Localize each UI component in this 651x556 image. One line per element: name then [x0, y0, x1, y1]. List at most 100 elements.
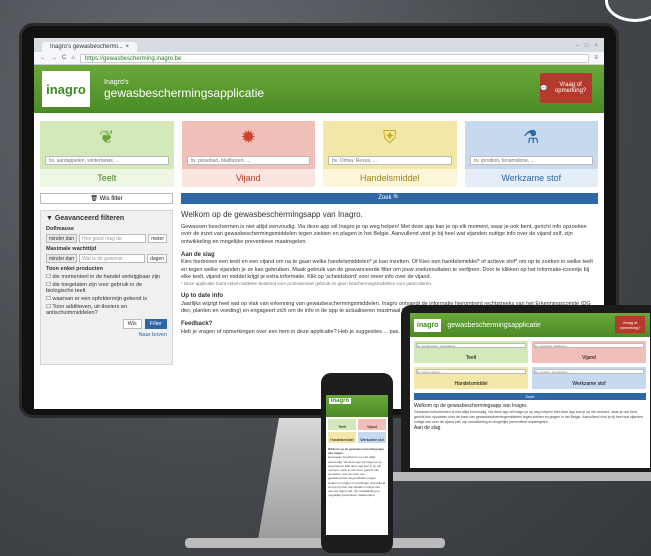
search-button[interactable]: Zoek 🔍 — [181, 193, 598, 204]
flask-icon: ⚗ — [523, 127, 540, 147]
app-title: gewasbeschermingsapplicatie — [104, 85, 265, 100]
dose-input[interactable]: Hoe goed mag de — [79, 234, 147, 243]
advanced-filter-panel: ▼ Geavanceerd filteren Doflmaose minder … — [40, 210, 173, 365]
laptop-stof-label: Werkzame stof — [572, 381, 606, 387]
app-title-block: Inagro's gewasbeschermingsapplicatie — [104, 79, 264, 100]
wait-input[interactable]: Wat is de gewenst — [79, 254, 146, 263]
filter-clear-button[interactable]: Wis — [122, 319, 142, 329]
laptop-heading: Welkom op de gewasbeschermingsapp van In… — [414, 403, 528, 409]
filter-apply-button[interactable]: Filter — [144, 319, 167, 329]
back-icon[interactable]: ← — [40, 55, 46, 61]
tab-title: Inagro's gewasbeschermi... — [50, 44, 123, 50]
window-controls: – □ × — [570, 43, 604, 52]
clear-filter-label: Wis filter — [99, 196, 123, 202]
question-label: Vraag of opmerking? — [554, 82, 587, 94]
laptop-handel-input[interactable] — [416, 369, 526, 374]
category-label: Vijand — [181, 169, 315, 187]
start-heading: Aan de slag — [181, 252, 215, 259]
laptop-vijand-label: Vijand — [582, 355, 596, 361]
action-row: 🗑 Wis filter Zoek 🔍 — [34, 193, 604, 204]
question-button[interactable]: 💬 Vraag of opmerking? — [540, 73, 592, 103]
leaf-icon: ❦ — [99, 127, 115, 147]
browser-tab[interactable]: Inagro's gewasbeschermi... × — [42, 42, 137, 52]
category-label: Handelsmiddel — [323, 169, 457, 187]
laptop-logo[interactable]: inagro — [414, 318, 442, 332]
category-vijand[interactable]: ✹ Vijand — [181, 121, 315, 189]
search-icon: 🔍 — [393, 195, 401, 201]
handelsmiddel-search-input[interactable] — [328, 156, 452, 165]
url-field[interactable]: https://gewasbescherming.inagro.be — [79, 53, 590, 63]
footnote: * Deze applicatie toont enkel middelen b… — [181, 281, 433, 287]
back-to-top-link[interactable]: Naar boven — [46, 332, 167, 338]
dose-unit: meter — [148, 234, 167, 243]
app-header: inagro Inagro's gewasbeschermingsapplica… — [34, 65, 604, 113]
app-subtitle: Inagro's — [104, 78, 129, 86]
laptop-vijand-input[interactable] — [534, 343, 644, 348]
phone-cat-vijand[interactable]: Vijand — [358, 419, 386, 430]
start-text: Kies hierboven een teelt en een vijand o… — [181, 259, 593, 280]
laptop-teelt-input[interactable] — [416, 343, 526, 348]
laptop-question-button[interactable]: Vraag of opmerking? — [615, 316, 645, 333]
laptop-cat-stof[interactable]: Werkzame stof — [532, 367, 646, 389]
laptop: inagro gewasbeschermingsapplicatie Vraag… — [401, 305, 651, 472]
phone-cat-teelt[interactable]: Teelt — [328, 419, 356, 430]
phone-header: inagro — [326, 395, 388, 417]
checkbox-organic[interactable]: die toegelaten zijn voor gebruik in de b… — [46, 282, 167, 294]
category-label: Werkzame stof — [464, 169, 598, 187]
checkbox-available[interactable]: die momenteel in de handel verkrijgbaar … — [46, 274, 167, 280]
laptop-cat-vijand[interactable]: Vijand — [532, 341, 646, 363]
minimize-icon[interactable]: – — [576, 43, 579, 49]
checkbox-additives[interactable]: Toon additieven, uit-tloeiers en antisch… — [46, 304, 167, 316]
wait-unit: dagen — [147, 254, 167, 263]
teelt-search-input[interactable] — [45, 156, 169, 165]
wait-operator-select[interactable]: minder dan — [46, 254, 78, 263]
laptop-teelt-label: Teelt — [465, 355, 477, 361]
laptop-text: Welkom op de gewasbeschermingsapp van In… — [410, 400, 650, 435]
category-teelt[interactable]: ❦ Teelt — [40, 121, 174, 189]
phone-cat-stof[interactable]: Werkzame stof — [358, 432, 386, 443]
category-werkzame-stof[interactable]: ⚗ Werkzame stof — [464, 121, 598, 189]
laptop-cat-handel[interactable]: Handelsmiddel — [414, 367, 528, 389]
dose-row: minder dan Hoe goed mag de meter — [46, 234, 167, 243]
dose-operator-select[interactable]: minder dan — [46, 234, 78, 243]
laptop-intro: Gewassen beschermen is niet altijd eenvo… — [414, 410, 644, 424]
checkbox-term[interactable]: waarvan er een opfoktermijn gekend is — [46, 296, 167, 302]
phone-text: Welkom op de gewasbeschermingsapp van In… — [326, 445, 388, 499]
clear-filter-button[interactable]: 🗑 Wis filter — [40, 193, 173, 204]
reload-icon[interactable]: C — [62, 55, 66, 61]
tab-close-icon[interactable]: × — [125, 44, 129, 50]
laptop-stof-input[interactable] — [534, 369, 644, 374]
smartphone: inagro Teelt Vijand Handelsmiddel Werkza… — [321, 373, 393, 553]
phone-category-grid: Teelt Vijand Handelsmiddel Werkzame stof — [326, 417, 388, 445]
show-label: Toon enkel producten — [46, 266, 104, 272]
intro-text: Gewassen beschermen is niet altijd eenvo… — [181, 223, 587, 245]
laptop-start: Aan de slag — [414, 424, 441, 431]
forward-icon[interactable]: → — [51, 55, 57, 61]
category-row: ❦ Teelt ✹ Vijand ⛨ Handelsmiddel ⚗ Werkz… — [34, 113, 604, 193]
shield-icon: ⛨ — [383, 127, 397, 147]
home-icon[interactable]: ⌂ — [71, 55, 75, 61]
phone-cat-handel[interactable]: Handelsmiddel — [328, 432, 356, 443]
category-handelsmiddel[interactable]: ⛨ Handelsmiddel — [323, 121, 457, 189]
menu-icon[interactable]: ≡ — [594, 55, 598, 61]
wait-label: Maximale wachttijd — [46, 246, 97, 252]
close-icon[interactable]: × — [594, 43, 598, 49]
laptop-handel-label: Handelsmiddel — [454, 381, 488, 387]
browser-tabbar: Inagro's gewasbeschermi... × – □ × — [34, 38, 604, 52]
laptop-cat-teelt[interactable]: Teelt — [414, 341, 528, 363]
laptop-category-grid: Teelt Vijand Handelsmiddel Werkzame stof — [410, 337, 650, 393]
werkzame-stof-search-input[interactable] — [469, 156, 593, 165]
phone-logo[interactable]: inagro — [329, 398, 351, 404]
dose-label: Doflmaose — [46, 226, 75, 232]
uptodate-heading: Up to date info — [181, 293, 223, 300]
inagro-logo[interactable]: inagro — [42, 71, 90, 107]
phone-intro: Gewassen beschermen is niet altijd eenvo… — [328, 455, 386, 498]
filter-panel-title: ▼ Geavanceerd filteren — [46, 215, 167, 222]
vijand-search-input[interactable] — [186, 156, 310, 165]
filter-title-text: Geavanceerd filteren — [54, 215, 125, 222]
laptop-search-button[interactable]: Zoek — [414, 393, 646, 400]
laptop-screen: inagro gewasbeschermingsapplicatie Vraag… — [410, 313, 650, 468]
maximize-icon[interactable]: □ — [585, 43, 589, 49]
funnel-icon: ▼ — [46, 215, 53, 222]
trash-icon: 🗑 — [90, 196, 98, 202]
